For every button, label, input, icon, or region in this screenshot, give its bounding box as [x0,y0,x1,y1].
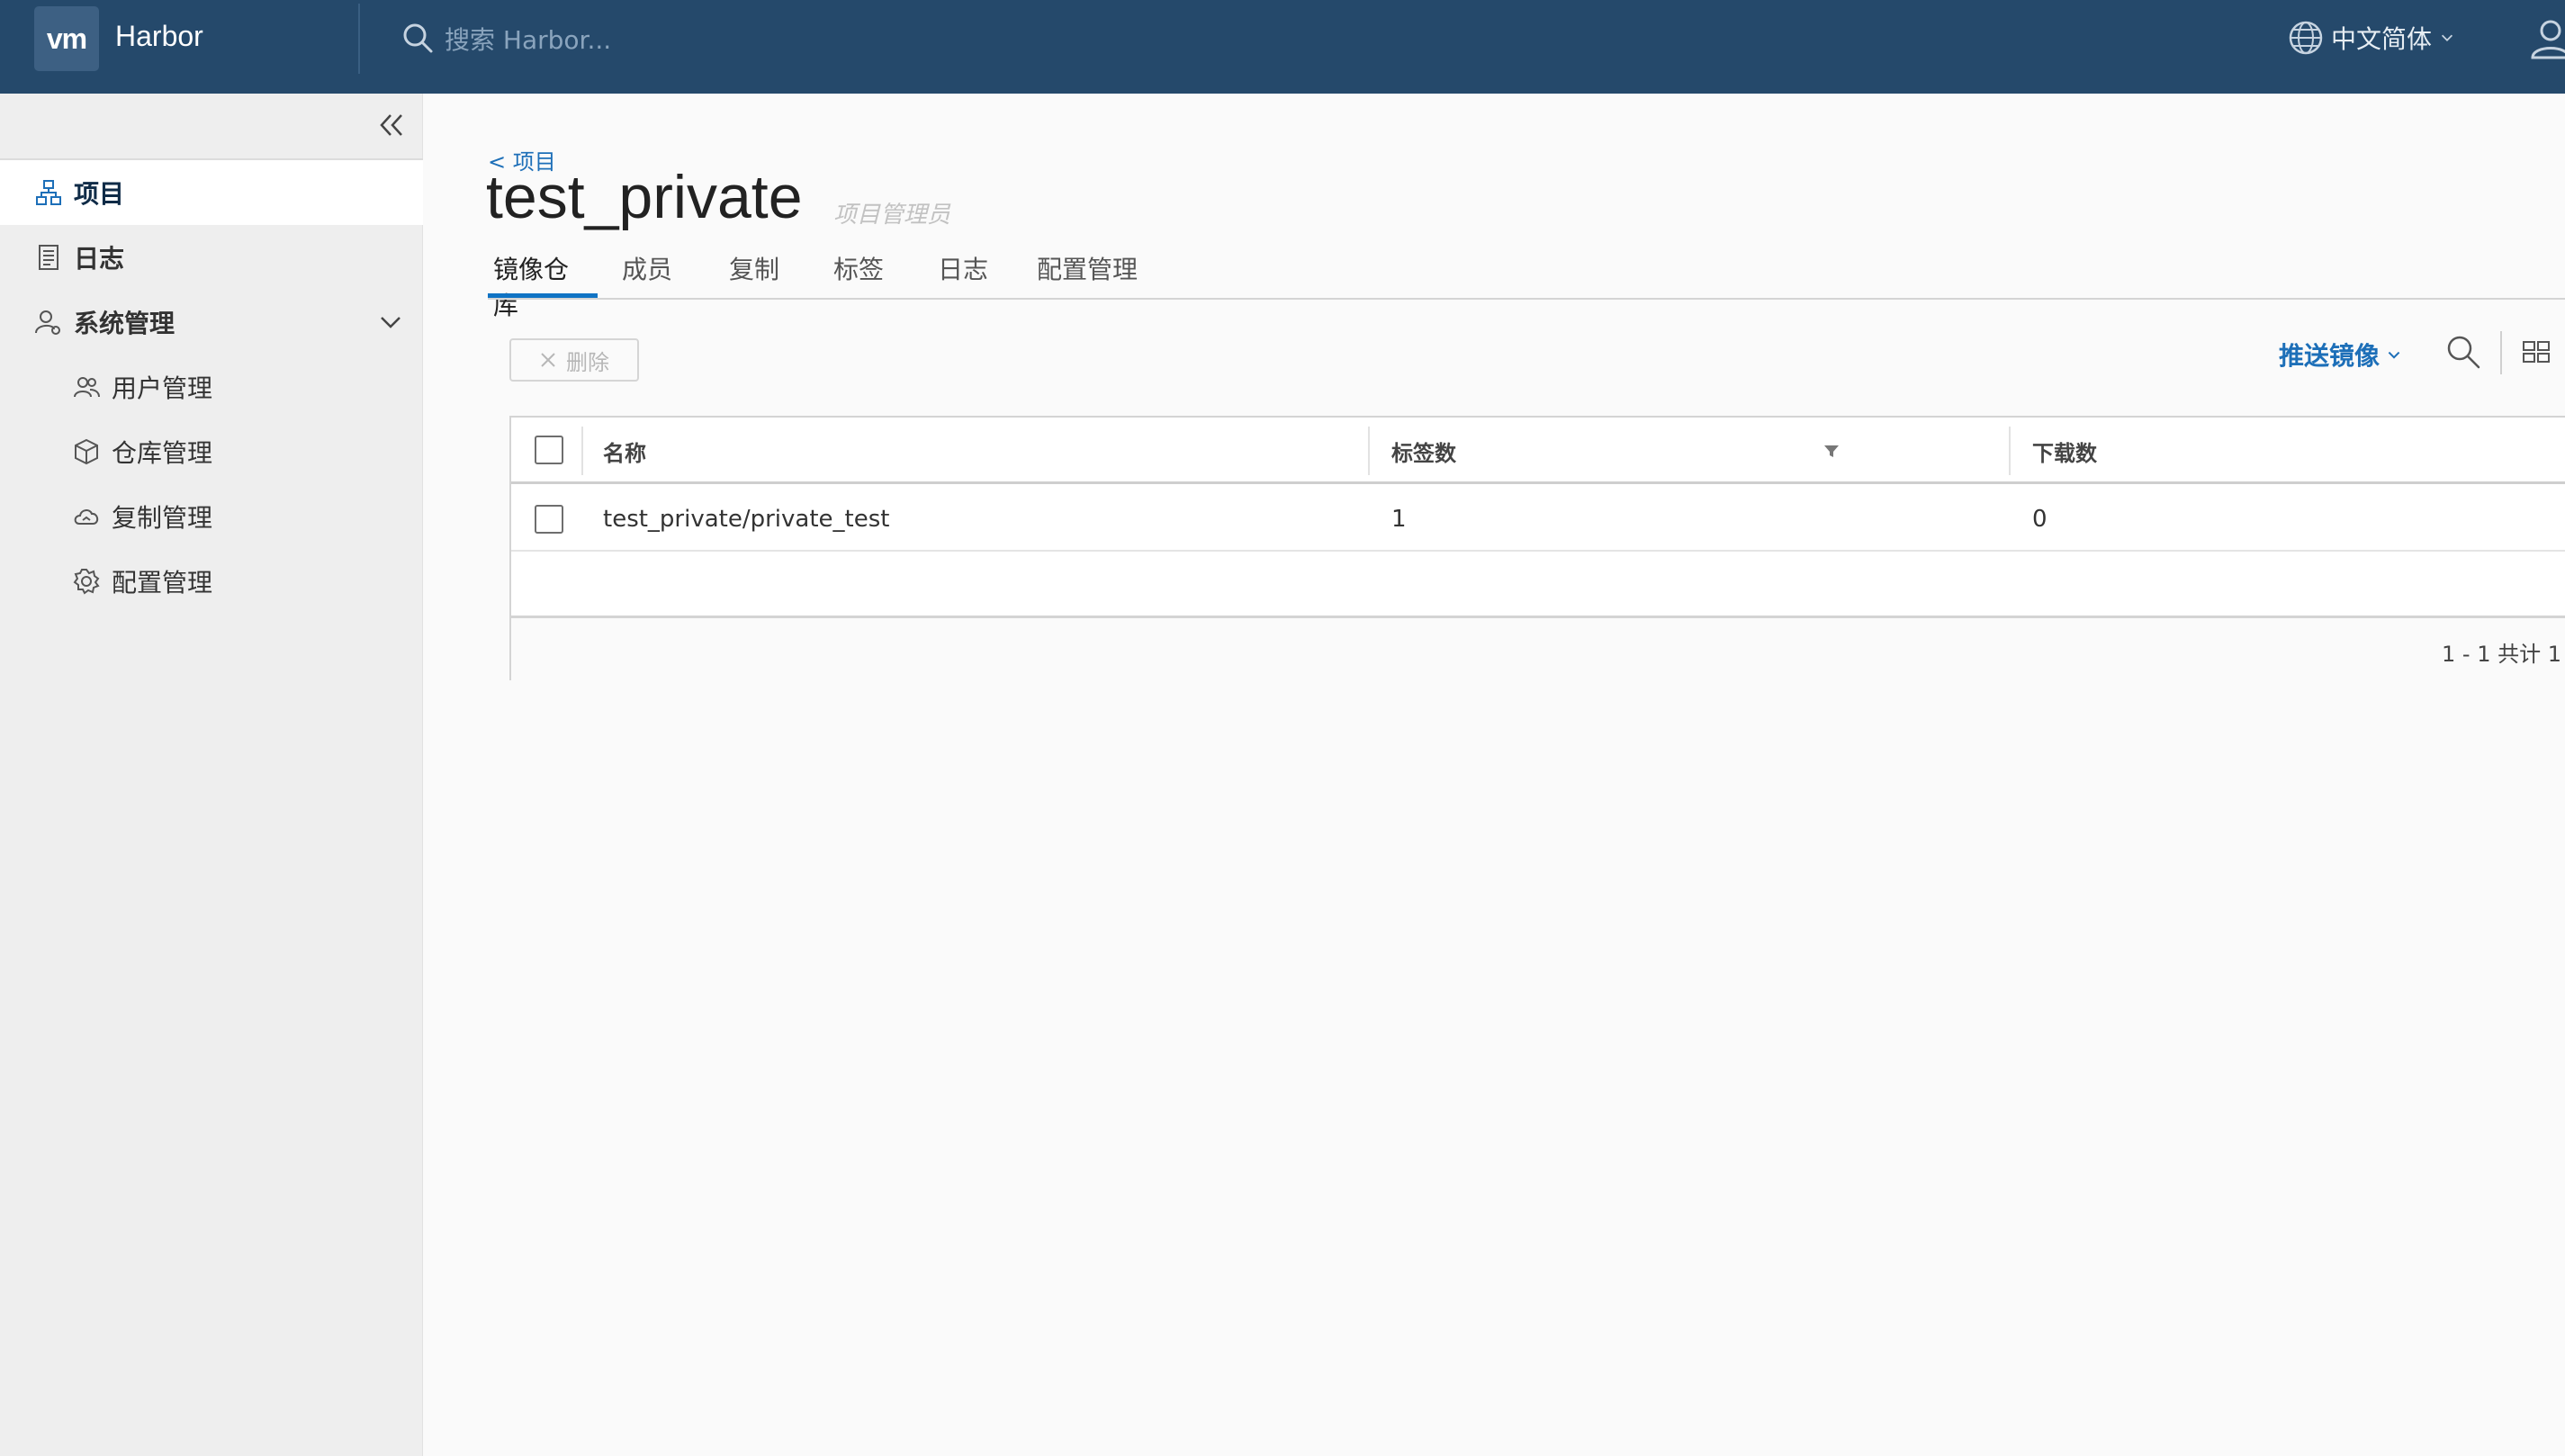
sidebar-item-registries[interactable]: 仓库管理 [0,419,423,484]
top-header: vm Harbor 中文简体 [0,0,2565,94]
search-icon[interactable] [2444,333,2482,371]
tab-logs[interactable]: 日志 [911,248,1015,299]
tab-labels[interactable]: 标签 [806,248,911,299]
search-icon [403,23,433,53]
tab-repositories[interactable]: 镜像仓库 [488,248,598,320]
admin-icon [34,308,63,337]
page-title: test_private [486,163,803,231]
sidebar: 项目 日志 系统管理 用户管理 仓库管理 复制管理 配置管理 [0,94,423,1456]
projects-icon [34,178,63,207]
repositories-table: 名称 标签数 下载数 test_private/private_test 1 0… [509,416,2565,680]
sidebar-item-label: 项目 [74,179,125,209]
table-header: 名称 标签数 下载数 [511,418,2565,484]
registry-icon [72,437,101,466]
column-header-tags[interactable]: 标签数 [1391,418,1456,484]
select-all-checkbox[interactable] [535,436,563,464]
tabs-divider [488,298,2565,300]
logs-icon [34,243,63,272]
push-image-button[interactable]: 推送镜像 [2279,337,2401,373]
vmware-logo[interactable]: vm [34,6,99,71]
sidebar-item-label: 系统管理 [74,309,176,338]
chevron-down-icon [2441,34,2453,41]
column-divider [2009,427,2011,475]
language-label: 中文简体 [2331,24,2433,54]
sidebar-item-admin[interactable]: 系统管理 [0,290,423,355]
search-input[interactable] [445,23,895,56]
chevron-down-icon[interactable] [376,308,405,337]
column-header-name[interactable]: 名称 [603,418,646,484]
sidebar-item-label: 复制管理 [112,503,213,533]
header-divider [358,4,360,74]
pull-count: 0 [2032,506,2048,533]
filter-icon[interactable] [1822,441,1841,461]
push-image-label: 推送镜像 [2279,341,2380,371]
project-tabs: 镜像仓库 成员 复制 标签 日志 配置管理 [488,248,1159,320]
sidebar-item-label: 用户管理 [112,373,213,403]
project-role: 项目管理员 [833,202,951,229]
tab-configuration[interactable]: 配置管理 [1015,248,1159,299]
sidebar-item-label: 配置管理 [112,568,213,598]
delete-button[interactable]: 删除 [509,338,639,382]
sidebar-item-projects[interactable]: 项目 [0,160,423,225]
column-divider [581,427,583,475]
globe-icon [2289,21,2323,55]
user-icon[interactable] [2524,18,2565,63]
sidebar-item-label: 仓库管理 [112,438,213,468]
language-selector[interactable]: 中文简体 [2288,20,2455,56]
sidebar-item-label: 日志 [74,244,125,274]
delete-button-label: 删除 [566,349,609,375]
table-footer: 1 - 1 共计 1 [511,616,2565,680]
chevron-down-icon [2388,351,2400,359]
toolbar-divider [2500,331,2502,374]
sidebar-item-settings[interactable]: 配置管理 [0,549,423,614]
tab-replication[interactable]: 复制 [702,248,806,299]
pagination-info: 1 - 1 共计 1 [2442,642,2561,667]
card-view-icon[interactable] [2522,337,2552,367]
column-divider [1368,427,1370,475]
tag-count: 1 [1391,506,1407,533]
settings-icon [72,567,101,596]
table-row: test_private/private_test 1 0 [511,487,2565,552]
sidebar-item-users[interactable]: 用户管理 [0,355,423,419]
close-icon [541,353,555,367]
row-checkbox[interactable] [535,505,563,534]
column-header-pulls[interactable]: 下载数 [2032,418,2097,484]
collapse-sidebar-icon[interactable] [376,110,407,140]
sidebar-item-logs[interactable]: 日志 [0,225,423,290]
replication-icon [72,502,101,531]
repository-name-link[interactable]: test_private/private_test [603,487,889,552]
tab-members[interactable]: 成员 [598,248,702,299]
app-name[interactable]: Harbor [115,20,203,53]
users-icon [72,373,101,401]
sidebar-item-replication[interactable]: 复制管理 [0,484,423,549]
